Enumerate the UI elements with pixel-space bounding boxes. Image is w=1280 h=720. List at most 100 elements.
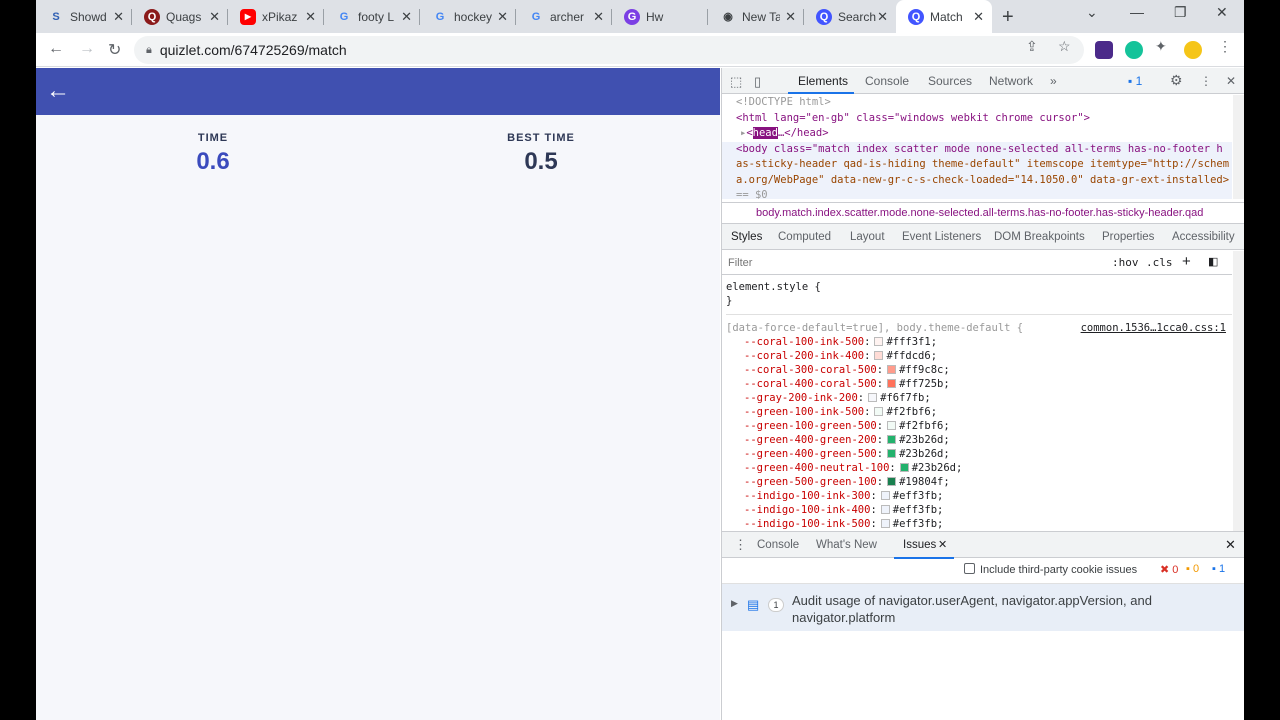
css-variable-row[interactable]: --green-100-green-500: #f2fbf6; [726, 419, 1232, 433]
color-swatch[interactable] [887, 365, 897, 374]
browser-tab[interactable]: Q Search ✕ [804, 0, 896, 33]
restore-button[interactable]: ❐ [1174, 4, 1187, 21]
browser-tab[interactable]: G archer ✕ [516, 0, 612, 33]
color-swatch[interactable] [887, 435, 897, 444]
color-swatch[interactable] [899, 463, 909, 472]
dom-scrollbar[interactable] [1233, 95, 1244, 199]
subtab-accessibility[interactable]: Accessibility [1172, 231, 1235, 243]
close-icon[interactable]: ✕ [305, 9, 316, 25]
css-variable-value[interactable]: #19804f [899, 476, 943, 488]
devtools-menu-icon[interactable]: ⋮ [1200, 74, 1212, 88]
expand-triangle-icon[interactable]: ▶ [731, 598, 738, 609]
bookmark-star-icon[interactable]: ☆ [1058, 38, 1071, 55]
browser-tab[interactable]: ◉ New Ta ✕ [708, 0, 804, 33]
window-close-button[interactable]: ✕ [1216, 4, 1228, 21]
css-variable-name[interactable]: --indigo-100-ink-400 [744, 504, 870, 516]
issue-row[interactable]: ▶ ▤ 1 Audit usage of navigator.userAgent… [722, 584, 1244, 631]
css-variable-value[interactable]: #ff9c8c [899, 364, 943, 376]
browser-tab[interactable]: Q Quags ✕ [132, 0, 228, 33]
color-swatch[interactable] [874, 351, 884, 360]
subtab-styles[interactable]: Styles [731, 231, 762, 243]
extensions-puzzle-icon[interactable]: ✦ [1155, 38, 1167, 55]
css-variable-value[interactable]: #eff3fb [893, 504, 937, 516]
drawer-tab-issues[interactable]: Issues [903, 539, 936, 551]
css-variable-name[interactable]: --indigo-100-ink-300 [744, 490, 870, 502]
css-variable-row[interactable]: --indigo-100-ink-500: #eff3fb; [726, 517, 1232, 530]
css-variable-value[interactable]: #eff3fb [893, 490, 937, 502]
new-rule-icon[interactable]: + [1182, 253, 1191, 270]
css-variable-name[interactable]: --gray-200-ink-200 [744, 392, 858, 404]
browser-tab[interactable]: S Showd ✕ [36, 0, 132, 33]
more-tabs-icon[interactable]: » [1050, 74, 1057, 88]
settings-gear-icon[interactable]: ⚙ [1170, 72, 1183, 89]
css-variable-value[interactable]: #23b26d [899, 448, 943, 460]
css-variable-value[interactable]: #ff725b [899, 378, 943, 390]
css-variable-row[interactable]: --gray-200-ink-200: #f6f7fb; [726, 391, 1232, 405]
color-swatch[interactable] [880, 505, 890, 514]
close-icon[interactable]: ✕ [785, 9, 796, 25]
color-swatch[interactable] [874, 337, 884, 346]
color-swatch[interactable] [887, 379, 897, 388]
inspect-element-icon[interactable]: ⬚ [730, 74, 742, 90]
close-icon[interactable]: ✕ [113, 9, 124, 25]
css-variable-value[interactable]: #fff3f1 [886, 336, 930, 348]
lock-icon[interactable]: 🔒︎ [146, 44, 152, 57]
color-swatch[interactable] [880, 519, 890, 528]
css-variable-row[interactable]: --coral-400-coral-500: #ff725b; [726, 377, 1232, 391]
drawer-tab-whats-new[interactable]: What's New [816, 539, 877, 551]
css-variable-value[interactable]: #f2fbf6 [886, 406, 930, 418]
css-variable-name[interactable]: --green-400-green-200 [744, 434, 877, 446]
css-variable-name[interactable]: --indigo-100-ink-500 [744, 518, 870, 530]
css-variable-value[interactable]: #eff3fb [893, 518, 937, 530]
back-arrow-icon[interactable]: ← [46, 77, 70, 105]
css-variable-row[interactable]: --indigo-100-ink-400: #eff3fb; [726, 503, 1232, 517]
css-variable-row[interactable]: --coral-200-ink-400: #ffdcd6; [726, 349, 1232, 363]
styles-scrollbar[interactable] [1233, 251, 1244, 531]
css-variable-name[interactable]: --coral-100-ink-500 [744, 336, 864, 348]
new-tab-button[interactable]: + [1002, 6, 1014, 29]
css-variable-value[interactable]: #f6f7fb [880, 392, 924, 404]
tab-search-icon[interactable]: ⌄ [1086, 4, 1098, 21]
theme-default-rule[interactable]: [data-force-default=true], body.theme-de… [726, 314, 1232, 335]
minimize-button[interactable]: — [1130, 4, 1144, 20]
tab-network[interactable]: Network [989, 74, 1033, 88]
cls-toggle[interactable]: .cls [1146, 256, 1173, 269]
subtab-layout[interactable]: Layout [850, 231, 885, 243]
close-icon[interactable]: ✕ [877, 9, 888, 25]
color-swatch[interactable] [887, 449, 897, 458]
dom-tree[interactable]: <!DOCTYPE html> <html lang="en-gb" class… [722, 95, 1232, 199]
css-variable-name[interactable]: --green-100-green-500 [744, 420, 877, 432]
css-variable-name[interactable]: --coral-400-coral-500 [744, 378, 877, 390]
css-variable-value[interactable]: #ffdcd6 [886, 350, 930, 362]
css-variable-name[interactable]: --green-400-neutral-100 [744, 462, 889, 474]
css-variable-name[interactable]: --green-400-green-500 [744, 448, 877, 460]
color-swatch[interactable] [874, 407, 884, 416]
css-variable-row[interactable]: --green-100-ink-500: #f2fbf6; [726, 405, 1232, 419]
css-variable-value[interactable]: #f2fbf6 [899, 420, 943, 432]
css-variable-row[interactable]: --green-500-green-100: #19804f; [726, 475, 1232, 489]
css-variable-name[interactable]: --green-500-green-100 [744, 476, 877, 488]
tab-console[interactable]: Console [865, 74, 909, 88]
color-swatch[interactable] [887, 477, 897, 486]
reload-button[interactable]: ↻ [108, 40, 121, 60]
tab-sources[interactable]: Sources [928, 74, 972, 88]
subtab-computed[interactable]: Computed [778, 231, 831, 243]
element-style-rule[interactable]: element.style { [726, 276, 1232, 294]
css-variable-name[interactable]: --coral-300-coral-500 [744, 364, 877, 376]
extension-icon[interactable] [1095, 41, 1113, 59]
close-icon[interactable]: ✕ [593, 9, 604, 25]
rule-source-link[interactable]: common.1536…1cca0.css:1 [1081, 321, 1226, 335]
color-swatch[interactable] [887, 421, 897, 430]
address-bar[interactable]: 🔒︎ quizlet.com/674725269/match [134, 36, 1084, 64]
tab-elements[interactable]: Elements [798, 74, 848, 88]
css-variable-row[interactable]: --indigo-100-ink-300: #eff3fb; [726, 489, 1232, 503]
css-variable-row[interactable]: --green-400-green-200: #23b26d; [726, 433, 1232, 447]
dom-html-node[interactable]: <html lang="en-gb" class="windows webkit… [736, 111, 1232, 127]
browser-tab[interactable]: G footy L ✕ [324, 0, 420, 33]
styles-filter-input[interactable] [726, 254, 1102, 272]
close-icon[interactable]: ✕ [497, 9, 508, 25]
browser-tab[interactable]: G hockey ✕ [420, 0, 516, 33]
toggle-sidebar-icon[interactable]: ◧ [1208, 255, 1218, 268]
css-variable-name[interactable]: --green-100-ink-500 [744, 406, 864, 418]
back-button[interactable]: ← [48, 40, 64, 58]
